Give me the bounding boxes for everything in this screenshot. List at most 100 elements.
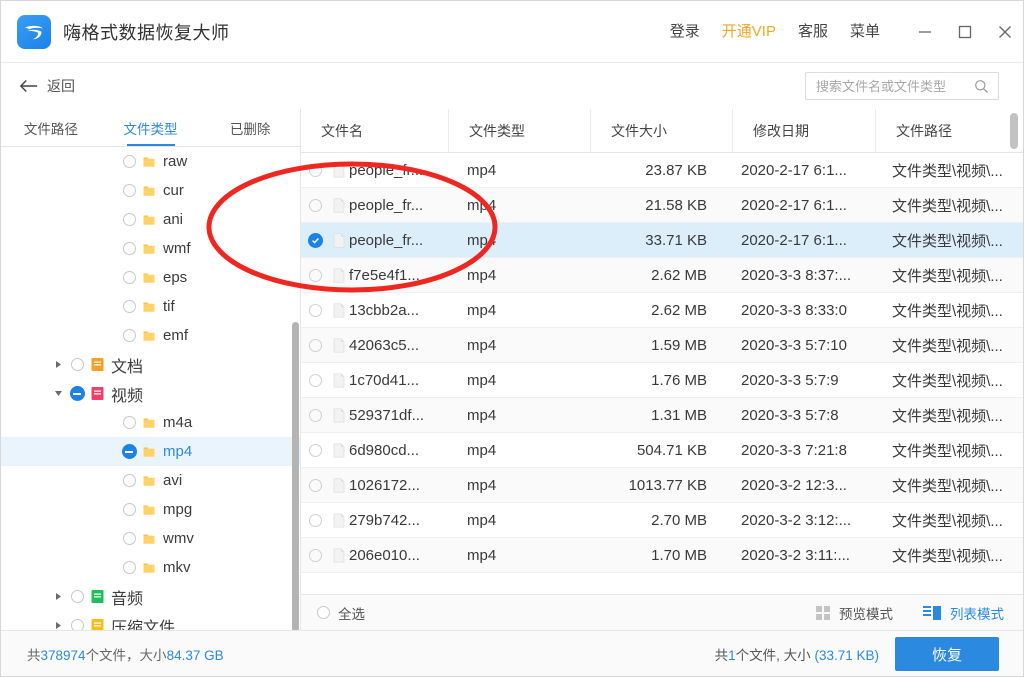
tab-file-path[interactable]: 文件路径 (1, 109, 101, 146)
cell-filesize: 2.62 MB (651, 266, 707, 284)
sidebar-scrollbar[interactable] (292, 322, 299, 632)
support-link[interactable]: 客服 (787, 24, 839, 39)
menu-link[interactable]: 菜单 (839, 24, 891, 39)
cell-filename: f7e5e4f1... (349, 266, 420, 284)
row-checkbox[interactable] (301, 338, 329, 352)
tree-item-m4a[interactable]: m4a (1, 408, 300, 437)
column-header-filepath[interactable]: 文件路径 (876, 109, 1023, 152)
row-checkbox[interactable] (301, 373, 329, 387)
tree-item-mp4[interactable]: mp4 (1, 437, 300, 466)
cell-filesize: 1.31 MB (651, 406, 707, 424)
tree-item-wmf[interactable]: wmf (1, 234, 300, 263)
row-checkbox[interactable] (301, 163, 329, 177)
search-input[interactable] (816, 78, 966, 94)
table-row[interactable]: people_fr... mp4 23.87 KB 2020-2-17 6:1... 文… (301, 153, 1023, 188)
search-icon[interactable] (974, 79, 989, 94)
tree-checkbox-eps[interactable] (119, 271, 139, 284)
tree-item-emf[interactable]: emf (1, 321, 300, 350)
row-checkbox[interactable] (301, 232, 329, 248)
tree-checkbox-cur[interactable] (119, 184, 139, 197)
tree-checkbox-tif[interactable] (119, 300, 139, 313)
tree-item-文档[interactable]: 文档 (1, 350, 300, 379)
tree-checkbox-emf[interactable] (119, 329, 139, 342)
row-checkbox[interactable] (301, 198, 329, 212)
row-checkbox[interactable] (301, 478, 329, 492)
table-row[interactable]: 1c70d41... mp4 1.76 MB 2020-3-3 5:7:9 文件类型\视… (301, 363, 1023, 398)
table-row[interactable]: 13cbb2a... mp4 2.62 MB 2020-3-3 8:33:0 文件类型\… (301, 293, 1023, 328)
table-row[interactable]: people_fr... mp4 21.58 KB 2020-2-17 6:1... 文… (301, 188, 1023, 223)
nav-bar: 返回 (1, 62, 1023, 109)
table-row[interactable]: 1026172... mp4 1013.77 KB 2020-3-2 12:3... 文… (301, 468, 1023, 503)
tree-item-raw[interactable]: raw (1, 147, 300, 176)
table-scrollbar[interactable] (1010, 113, 1018, 149)
checkbox-empty-icon (308, 478, 322, 492)
chevron-right-icon[interactable] (49, 621, 67, 630)
tree-checkbox-wmv[interactable] (119, 532, 139, 545)
chevron-right-icon[interactable] (49, 592, 67, 601)
tree-item-tif[interactable]: tif (1, 292, 300, 321)
tree-item-视频[interactable]: 视频 (1, 379, 300, 408)
table-row[interactable]: 206e010... mp4 1.70 MB 2020-3-2 3:11:... 文件类… (301, 538, 1023, 573)
tree-checkbox-压缩文件[interactable] (67, 619, 87, 630)
table-row[interactable]: 529371df... mp4 1.31 MB 2020-3-3 5:7:8 文件类型\… (301, 398, 1023, 433)
preview-mode-button[interactable]: 预览模式 (816, 603, 893, 623)
file-type-tree[interactable]: raw cur ani wmf eps tif emf 文档 视频 m4a mp4 avi mpg wmv… (1, 147, 300, 630)
row-checkbox[interactable] (301, 513, 329, 527)
row-checkbox[interactable] (301, 548, 329, 562)
tree-checkbox-文档[interactable] (67, 358, 87, 371)
login-link[interactable]: 登录 (659, 24, 711, 39)
tree-checkbox-ani[interactable] (119, 213, 139, 226)
tree-checkbox-raw[interactable] (119, 155, 139, 168)
list-mode-label: 列表模式 (950, 606, 1004, 622)
list-mode-button[interactable]: 列表模式 (923, 603, 1004, 623)
row-checkbox[interactable] (301, 408, 329, 422)
search-box[interactable] (805, 72, 999, 100)
tree-checkbox-mp4[interactable] (119, 444, 139, 459)
recover-button[interactable]: 恢复 (895, 637, 999, 671)
table-row[interactable]: 42063c5... mp4 1.59 MB 2020-3-3 5:7:10 文件类型\… (301, 328, 1023, 363)
total-prefix: 共 (27, 648, 41, 663)
row-checkbox[interactable] (301, 268, 329, 282)
column-header-filesize[interactable]: 文件大小 (591, 109, 733, 152)
tree-item-avi[interactable]: avi (1, 466, 300, 495)
column-header-filetype[interactable]: 文件类型 (449, 109, 591, 152)
tree-item-wmv[interactable]: wmv (1, 524, 300, 553)
row-checkbox[interactable] (301, 443, 329, 457)
table-row[interactable]: 279b742... mp4 2.70 MB 2020-3-2 3:12:... 文件类… (301, 503, 1023, 538)
tab-file-type[interactable]: 文件类型 (101, 109, 201, 146)
tree-item-cur[interactable]: cur (1, 176, 300, 205)
checkbox-empty-icon (122, 300, 136, 313)
tree-checkbox-wmf[interactable] (119, 242, 139, 255)
tree-checkbox-mkv[interactable] (119, 561, 139, 574)
column-header-filename[interactable]: 文件名 (301, 109, 449, 152)
minimize-icon[interactable] (905, 10, 945, 54)
vip-link[interactable]: 开通VIP (711, 24, 787, 39)
cell-filesize: 1.59 MB (651, 336, 707, 354)
table-row[interactable]: f7e5e4f1... mp4 2.62 MB 2020-3-3 8:37:... 文件… (301, 258, 1023, 293)
tree-item-eps[interactable]: eps (1, 263, 300, 292)
tree-checkbox-音频[interactable] (67, 590, 87, 603)
back-button[interactable]: 返回 (19, 76, 75, 96)
tree-item-音频[interactable]: 音频 (1, 582, 300, 611)
row-checkbox[interactable] (301, 303, 329, 317)
select-all-checkbox[interactable]: 全选 (317, 603, 365, 623)
tab-deleted[interactable]: 已删除 (200, 109, 300, 146)
tree-checkbox-视频[interactable] (67, 386, 87, 401)
table-header: 文件名 文件类型 文件大小 修改日期 文件路径 (301, 109, 1023, 153)
close-icon[interactable] (985, 10, 1023, 54)
chevron-right-icon[interactable] (49, 360, 67, 369)
grid-icon (816, 605, 830, 620)
column-header-moddate[interactable]: 修改日期 (733, 109, 876, 152)
table-row[interactable]: 6d980cd... mp4 504.71 KB 2020-3-3 7:21:8 文件类… (301, 433, 1023, 468)
tree-item-压缩文件[interactable]: 压缩文件 (1, 611, 300, 630)
tree-item-mpg[interactable]: mpg (1, 495, 300, 524)
tree-checkbox-avi[interactable] (119, 474, 139, 487)
tree-checkbox-m4a[interactable] (119, 416, 139, 429)
tree-checkbox-mpg[interactable] (119, 503, 139, 516)
tree-item-ani[interactable]: ani (1, 205, 300, 234)
folder-icon (139, 213, 159, 227)
chevron-down-icon[interactable] (49, 389, 67, 398)
table-row[interactable]: people_fr... mp4 33.71 KB 2020-2-17 6:1... 文… (301, 223, 1023, 258)
tree-item-mkv[interactable]: mkv (1, 553, 300, 582)
maximize-icon[interactable] (945, 10, 985, 54)
